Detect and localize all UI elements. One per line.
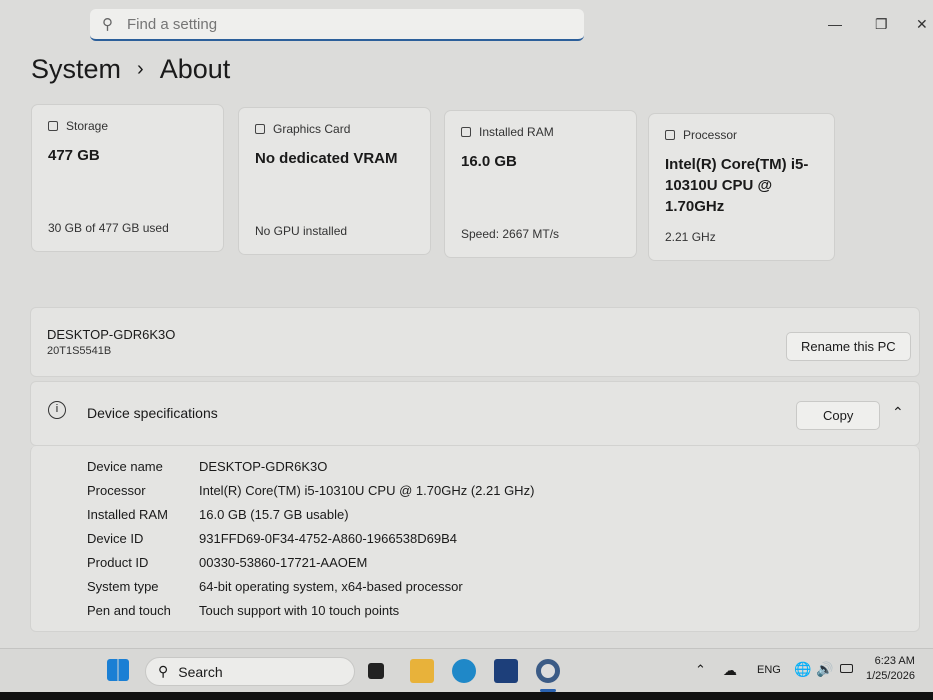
graphics-card-icon bbox=[255, 124, 265, 134]
device-specs-title: Device specifications bbox=[87, 405, 218, 421]
card-label: Graphics Card bbox=[273, 122, 351, 136]
spec-value: 00330-53860-17721-AAOEM bbox=[199, 555, 368, 570]
taskbar-search[interactable]: ⚲ Search bbox=[145, 657, 355, 686]
card-sub: 2.21 GHz bbox=[665, 230, 716, 244]
spec-row: Device name DESKTOP-GDR6K3O bbox=[87, 455, 534, 479]
volume-icon[interactable]: 🔊 bbox=[816, 661, 833, 678]
graphics-card[interactable]: Graphics Card No dedicated VRAM No GPU i… bbox=[238, 107, 431, 255]
copy-button[interactable]: Copy bbox=[796, 401, 881, 430]
search-icon: ⚲ bbox=[102, 16, 113, 33]
spec-value: Intel(R) Core(TM) i5-10310U CPU @ 1.70GH… bbox=[199, 483, 535, 498]
network-icon[interactable]: 🌐 bbox=[794, 661, 811, 678]
edge-icon[interactable] bbox=[452, 659, 476, 683]
spec-key: Product ID bbox=[87, 555, 149, 570]
clock[interactable]: 6:23 AM 1/25/2026 bbox=[866, 654, 915, 684]
chevron-up-icon[interactable]: ⌃ bbox=[695, 662, 706, 678]
clock-time: 6:23 AM bbox=[874, 655, 915, 667]
store-icon[interactable] bbox=[494, 659, 518, 683]
info-icon: i bbox=[48, 401, 66, 419]
card-value: No dedicated VRAM bbox=[255, 150, 398, 167]
file-explorer-icon[interactable] bbox=[410, 659, 434, 683]
language-indicator[interactable]: ENG bbox=[757, 664, 781, 676]
battery-icon[interactable] bbox=[840, 664, 853, 673]
spec-key: Processor bbox=[87, 483, 146, 498]
spec-row: Processor Intel(R) Core(TM) i5-10310U CPU… bbox=[87, 479, 534, 503]
processor-icon bbox=[665, 130, 675, 140]
card-value: 477 GB bbox=[48, 147, 100, 164]
spec-key: Device ID bbox=[87, 531, 144, 546]
spec-value: Touch support with 10 touch points bbox=[199, 603, 400, 618]
spec-row: Device ID 931FFD69-0F34-4752-A860-1966538… bbox=[87, 527, 534, 551]
spec-key: Pen and touch bbox=[87, 603, 171, 618]
spec-key: System type bbox=[87, 579, 159, 594]
page-title: About bbox=[159, 54, 231, 84]
pc-model: 20T1S5541B bbox=[47, 345, 112, 357]
spec-row: Product ID 00330-53860-17721-AAOEM bbox=[87, 551, 534, 575]
screen-bezel bbox=[0, 692, 933, 700]
ram-icon bbox=[461, 127, 471, 137]
close-button[interactable]: ✕ bbox=[916, 16, 928, 33]
restore-button[interactable]: ❐ bbox=[875, 16, 888, 33]
spec-row: System type 64-bit operating system, x64-… bbox=[87, 575, 534, 599]
device-specs-list: Device name DESKTOP-GDR6K3O Processor Inte… bbox=[87, 455, 534, 623]
card-sub: Speed: 2667 MT/s bbox=[461, 227, 560, 241]
breadcrumb-system[interactable]: System bbox=[31, 54, 121, 85]
spec-key: Device name bbox=[87, 459, 163, 474]
cloud-off-icon[interactable]: ☁ bbox=[723, 662, 737, 679]
spec-value: 931FFD69-0F34-4752-A860-1966538D69B4 bbox=[199, 531, 458, 546]
spec-row: Installed RAM 16.0 GB (15.7 GB usable) bbox=[87, 503, 534, 527]
processor-card[interactable]: Processor Intel(R) Core(TM) i5-10310U CP… bbox=[648, 113, 835, 261]
card-value: 16.0 GB bbox=[461, 153, 517, 170]
device-specs-header[interactable]: i Device specifications Copy ⌃ bbox=[30, 381, 920, 446]
rename-pc-button[interactable]: Rename this PC bbox=[786, 332, 911, 361]
pc-name-panel: DESKTOP-GDR6K3O 20T1S5541B Rename this P… bbox=[30, 307, 920, 377]
spec-value: DESKTOP-GDR6K3O bbox=[199, 459, 328, 474]
card-label: Installed RAM bbox=[479, 125, 554, 139]
minimize-button[interactable]: — bbox=[828, 16, 842, 32]
taskbar: ⚲ Search ⌃ ☁ ENG 🌐 🔊 6:23 AM 1/25/2026 bbox=[0, 648, 933, 692]
ram-card[interactable]: Installed RAM 16.0 GB Speed: 2667 MT/s bbox=[444, 110, 637, 258]
breadcrumb: System › About bbox=[31, 54, 230, 85]
storage-card[interactable]: Storage 477 GB 30 GB of 477 GB used bbox=[31, 104, 224, 252]
spec-value: 64-bit operating system, x64-based proce… bbox=[199, 579, 463, 594]
search-input[interactable] bbox=[127, 15, 527, 33]
taskbar-search-label: Search bbox=[178, 663, 223, 680]
search-icon: ⚲ bbox=[158, 663, 169, 679]
card-label: Storage bbox=[66, 119, 109, 133]
spec-key: Installed RAM bbox=[87, 507, 168, 522]
search-box[interactable]: ⚲ bbox=[90, 9, 584, 41]
card-label: Processor bbox=[683, 128, 738, 142]
card-sub: No GPU installed bbox=[255, 224, 348, 238]
card-sub: 30 GB of 477 GB used bbox=[48, 221, 169, 235]
task-view-icon[interactable] bbox=[368, 663, 384, 679]
breadcrumb-separator: › bbox=[137, 58, 144, 80]
clock-date: 1/25/2026 bbox=[866, 670, 915, 682]
start-icon[interactable] bbox=[107, 659, 129, 681]
pc-name: DESKTOP-GDR6K3O bbox=[47, 327, 176, 342]
chevron-up-icon[interactable]: ⌃ bbox=[892, 404, 904, 421]
card-value: Intel(R) Core(TM) i5-10310U CPU @ 1.70GH… bbox=[665, 156, 809, 215]
storage-icon bbox=[48, 121, 58, 131]
spec-value: 16.0 GB (15.7 GB usable) bbox=[199, 507, 349, 522]
settings-icon[interactable] bbox=[536, 659, 560, 683]
spec-row: Pen and touch Touch support with 10 touch… bbox=[87, 599, 534, 623]
